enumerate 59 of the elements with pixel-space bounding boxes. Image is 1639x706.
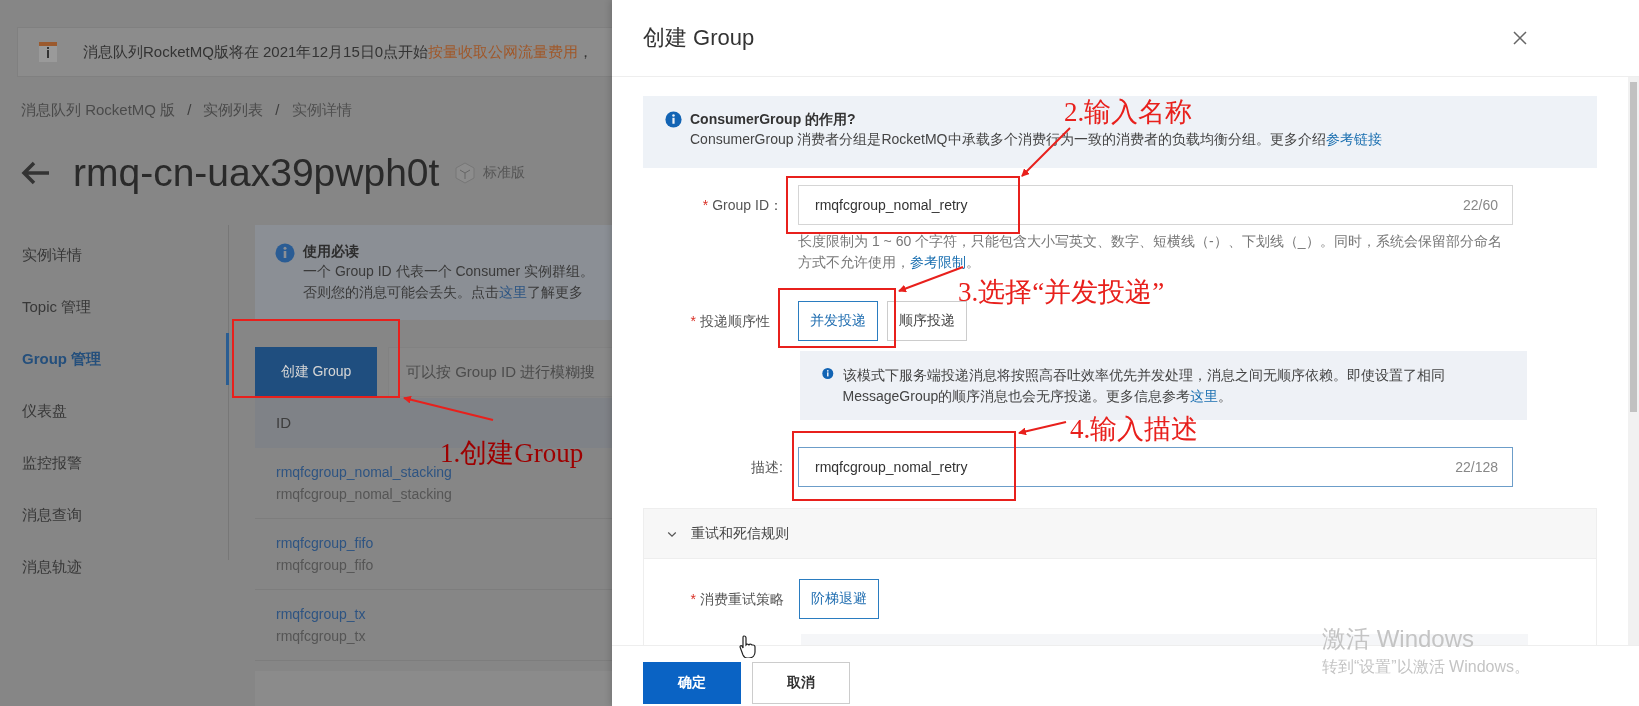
sidebar-item[interactable]: Group 管理 [0,333,229,385]
note-text: 该模式下服务端投递消息将按照高吞吐效率优先并发处理，消息之间无顺序依赖。即使设置了相同MessageGroup的顺序消息也会无序投递。更多信息参考这里。 [842,366,1446,406]
group-link[interactable]: rmqfcgroup_fifo [276,535,612,551]
field-label: 投递顺序性 [700,313,770,329]
breadcrumb-item[interactable]: 实例列表 [203,101,264,120]
section-title: 重试和死信规则 [691,524,789,543]
activation-text: 转到“设置”以激活 Windows。 [1322,657,1530,677]
breadcrumb-separator: / [187,101,192,120]
reference-link[interactable]: 参考限制 [910,254,966,270]
sidebar-item[interactable]: 监控报警 [0,437,229,489]
instance-title: rmq-cn-uax39pwph0t [73,151,440,195]
description-field[interactable]: rmqfcgroup_nomal_retry 22/128 [798,447,1513,487]
info-icon [38,41,58,63]
required-mark: * [690,313,696,329]
close-icon[interactable] [1513,31,1527,45]
section-header[interactable]: 重试和死信规则 [644,509,1596,559]
info-icon [822,365,834,382]
option-button[interactable]: 阶梯退避 [799,579,879,619]
guide-link[interactable]: 这里 [499,284,527,300]
guide-text: 否则您的消息可能会丢失。点击这里了解更多 [303,283,584,302]
reference-link[interactable]: 这里 [1190,388,1219,404]
field-label: 消费重试策略 [700,591,784,607]
annotation-arrow [1018,421,1067,436]
required-mark: * [702,197,709,213]
sidebar-item[interactable]: 消息查询 [0,489,229,541]
info-text: ConsumerGroup 消费者分组是RocketMQ中承载多个消费行为一致的消费者的负载均衡分组。更多介绍参考链接 [690,131,1382,149]
field-label: 描述: [751,459,783,475]
guide-title: 使用必读 [303,243,360,261]
sidebar-item[interactable]: 仪表盘 [0,385,229,437]
info-title: ConsumerGroup 的作用? [690,111,856,129]
scrollbar[interactable] [1628,77,1639,645]
breadcrumb-item[interactable]: 消息队列 RocketMQ 版 [21,101,176,120]
info-icon [275,243,295,263]
annotation-label: 4.输入描述 [1070,416,1199,443]
group-link[interactable]: rmqfcgroup_tx [276,606,612,622]
cube-icon [453,161,478,185]
char-counter: 22/128 [1455,459,1498,475]
field-label: Group ID： [712,197,783,213]
option-button[interactable]: 顺序投递 [887,301,967,341]
notice-text: 消息队列RocketMQ版将在 2021年12月15日0点开始按量收取公网流量费用， [83,42,594,62]
hint-text: 长度限制为 1 ~ 60 个字符，只能包含大小写英文、数字、短横线（-）、下划线（_）。同时，系统会保留部分命名方式不允许使用，参考限制。 [798,232,1503,272]
guide-text: 一个 Group ID 代表一个 Consumer 实例群组。 [303,262,594,281]
group-name-field[interactable]: rmqfcgroup_nomal_retry 22/60 [798,185,1513,225]
create-group-button[interactable]: 创建 Group [255,347,377,397]
breadcrumb-separator: / [275,101,280,120]
confirm-button[interactable]: 确定 [643,662,741,704]
annotation-label: 2.输入名称 [1064,99,1193,126]
sidebar-item[interactable]: 实例详情 [0,229,229,281]
back-arrow-icon[interactable] [21,161,51,185]
sidebar-item[interactable]: 消息轨迹 [0,541,229,593]
cancel-button[interactable]: 取消 [752,662,850,704]
option-button[interactable]: 并发投递 [798,301,878,341]
reference-link[interactable]: 参考链接 [1325,131,1382,147]
sidebar-item[interactable]: Topic 管理 [0,281,229,333]
drawer-title: 创建 Group [643,24,755,52]
info-icon [665,111,682,128]
char-counter: 22/60 [1462,197,1498,213]
activation-title: 激活 Windows [1322,624,1475,654]
required-mark: * [690,591,696,607]
